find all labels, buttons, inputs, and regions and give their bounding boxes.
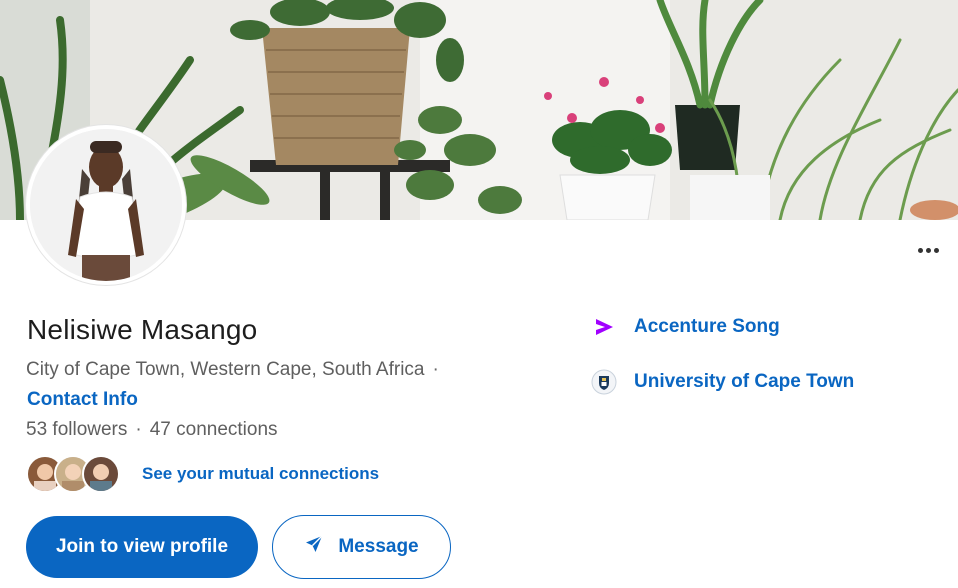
- school-name[interactable]: University of Cape Town: [634, 371, 854, 393]
- education-school[interactable]: University of Cape Town: [590, 368, 854, 396]
- current-company[interactable]: Accenture Song: [590, 313, 780, 341]
- profile-avatar[interactable]: [26, 125, 186, 285]
- contact-info-link[interactable]: Contact Info: [27, 389, 138, 411]
- profile-photo: [30, 129, 182, 281]
- profile-page: Nelisiwe Masango City of Cape Town, West…: [0, 0, 958, 588]
- profile-stats: 53 followers · 47 connections: [26, 419, 278, 441]
- mutual-avatar: [82, 455, 120, 493]
- profile-name: Nelisiwe Masango: [27, 314, 258, 345]
- stats-separator: ·: [135, 419, 142, 440]
- connections-count[interactable]: 47 connections: [150, 419, 278, 440]
- mutual-connection-avatars: [26, 455, 120, 493]
- followers-count: 53 followers: [26, 419, 128, 440]
- location-text: City of Cape Town, Western Cape, South A…: [26, 359, 425, 380]
- see-mutual-connections-link[interactable]: See your mutual connections: [142, 464, 379, 484]
- send-icon: [304, 534, 324, 560]
- message-label: Message: [338, 536, 419, 557]
- message-button[interactable]: Message: [272, 515, 451, 579]
- company-name[interactable]: Accenture Song: [634, 316, 780, 338]
- more-options-icon[interactable]: [908, 237, 948, 263]
- university-crest-icon: [590, 368, 618, 396]
- accenture-logo-icon: [590, 313, 618, 341]
- location-separator: ·: [432, 359, 439, 380]
- join-to-view-profile-button[interactable]: Join to view profile: [26, 516, 258, 578]
- profile-location: City of Cape Town, Western Cape, South A…: [26, 359, 439, 381]
- mutual-connections[interactable]: See your mutual connections: [26, 455, 379, 493]
